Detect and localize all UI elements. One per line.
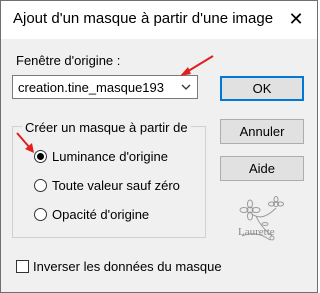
radio-any-nonzero-label[interactable]: Toute valeur sauf zéro	[52, 178, 180, 193]
invert-mask-label[interactable]: Inverser les données du masque	[33, 259, 222, 274]
invert-mask-checkbox[interactable]	[16, 260, 29, 273]
title-bar: Ajout d'un masque à partir d'une image ✕	[1, 1, 317, 39]
radio-source-opacity[interactable]	[34, 208, 47, 221]
red-arrow-icon	[180, 55, 214, 76]
help-button[interactable]: Aide	[220, 156, 304, 181]
flower-icon	[239, 196, 284, 241]
source-window-dropdown[interactable]: creation.tine_masque193	[12, 75, 198, 99]
radio-luminance-label[interactable]: Luminance d'origine	[52, 149, 168, 164]
cancel-button[interactable]: Annuler	[220, 119, 304, 144]
watermark-text: Laurette	[238, 226, 275, 238]
mask-group-label: Créer un masque à partir de	[22, 120, 191, 135]
radio-source-opacity-label[interactable]: Opacité d'origine	[52, 207, 149, 222]
dialog-title: Ajout d'un masque à partir d'une image	[13, 10, 274, 27]
chevron-down-icon	[181, 84, 191, 90]
watermark: Laurette	[232, 196, 308, 254]
close-icon[interactable]: ✕	[281, 5, 311, 33]
radio-any-nonzero[interactable]	[34, 179, 47, 192]
ok-button[interactable]: OK	[220, 76, 304, 101]
source-window-value: creation.tine_masque193	[18, 80, 164, 95]
red-arrow-icon	[16, 132, 34, 153]
source-window-label: Fenêtre d'origine :	[16, 53, 121, 68]
